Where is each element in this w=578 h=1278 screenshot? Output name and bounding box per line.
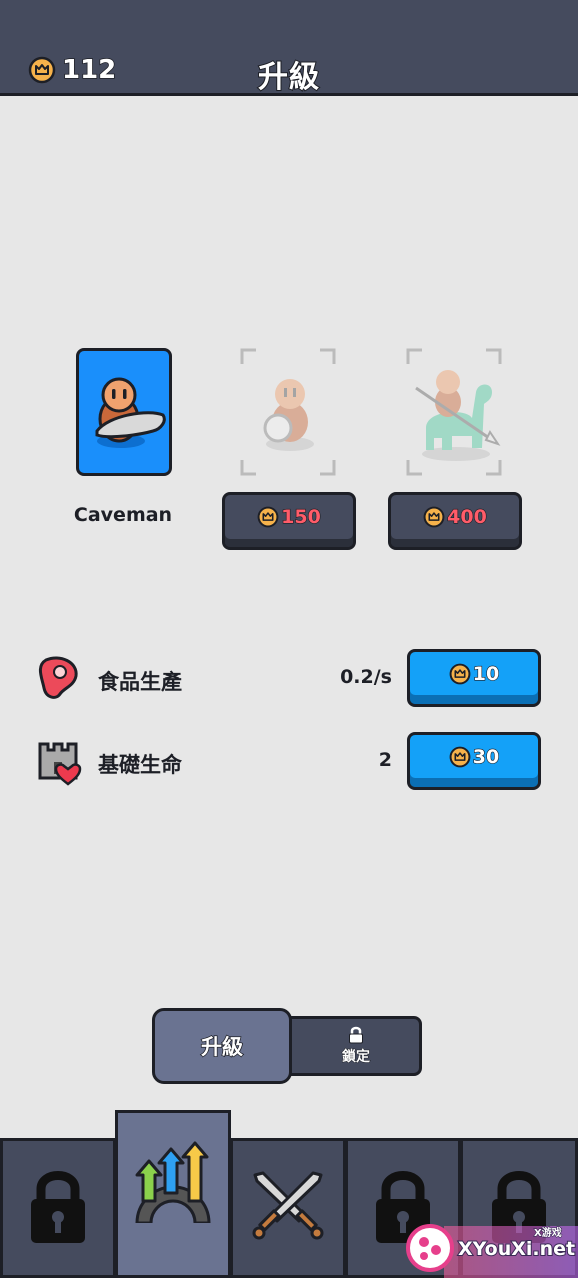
crown-coin-icon [423, 506, 445, 528]
crown-coin-icon [449, 746, 471, 767]
padlock-icon [349, 1026, 363, 1044]
upgrade-food-button[interactable]: 10 [407, 649, 541, 707]
crossed-swords-icon [252, 1171, 324, 1240]
tab-upgrade-label: 升級 [200, 1034, 244, 1060]
price-label: 400 [447, 505, 488, 528]
coin-amount: 112 [61, 54, 117, 86]
buy-unit-400-button[interactable]: 400 [388, 492, 522, 550]
watermark-text: XYouXi.net [457, 1237, 576, 1261]
cost-label: 10 [472, 662, 500, 685]
stat-label-health: 基礎生命 [98, 753, 182, 777]
castle-heart-icon [38, 742, 82, 786]
nav-tab-upgrade[interactable] [115, 1110, 231, 1278]
crown-coin-icon [28, 56, 56, 84]
tab-upgrade[interactable]: 升級 [152, 1008, 292, 1084]
stat-label-food: 食品生產 [98, 670, 182, 694]
shield-warrior-icon [240, 348, 336, 476]
nav-tab-locked-1[interactable] [0, 1138, 116, 1278]
page-title: 升級 [257, 59, 320, 96]
crown-coin-icon [257, 506, 279, 528]
meat-icon [38, 656, 78, 699]
cost-label: 30 [472, 745, 500, 768]
watermark-small-text: X游戏 [533, 1227, 562, 1239]
upgrade-arrows-icon [135, 1141, 211, 1223]
dino-rider-icon [406, 348, 502, 476]
tab-locked-label: 鎖定 [342, 1049, 371, 1066]
unit-card-caveman[interactable] [76, 348, 172, 476]
unit-card-shield[interactable] [240, 348, 336, 476]
coin-counter: 112 [28, 52, 117, 88]
crown-coin-icon [449, 663, 471, 684]
buy-unit-150-button[interactable]: 150 [222, 492, 356, 550]
nav-tab-battle[interactable] [230, 1138, 346, 1278]
stat-value-food: 0.2/s [340, 666, 392, 688]
price-label: 150 [281, 505, 322, 528]
upgrade-health-button[interactable]: 30 [407, 732, 541, 790]
caveman-icon [95, 377, 166, 448]
lock-icon [31, 1171, 85, 1243]
unit-card-dino-rider[interactable] [406, 348, 502, 476]
tab-locked[interactable]: 鎖定 [270, 1016, 422, 1076]
stat-value-health: 2 [378, 749, 392, 771]
unit-name: Caveman [73, 504, 173, 526]
